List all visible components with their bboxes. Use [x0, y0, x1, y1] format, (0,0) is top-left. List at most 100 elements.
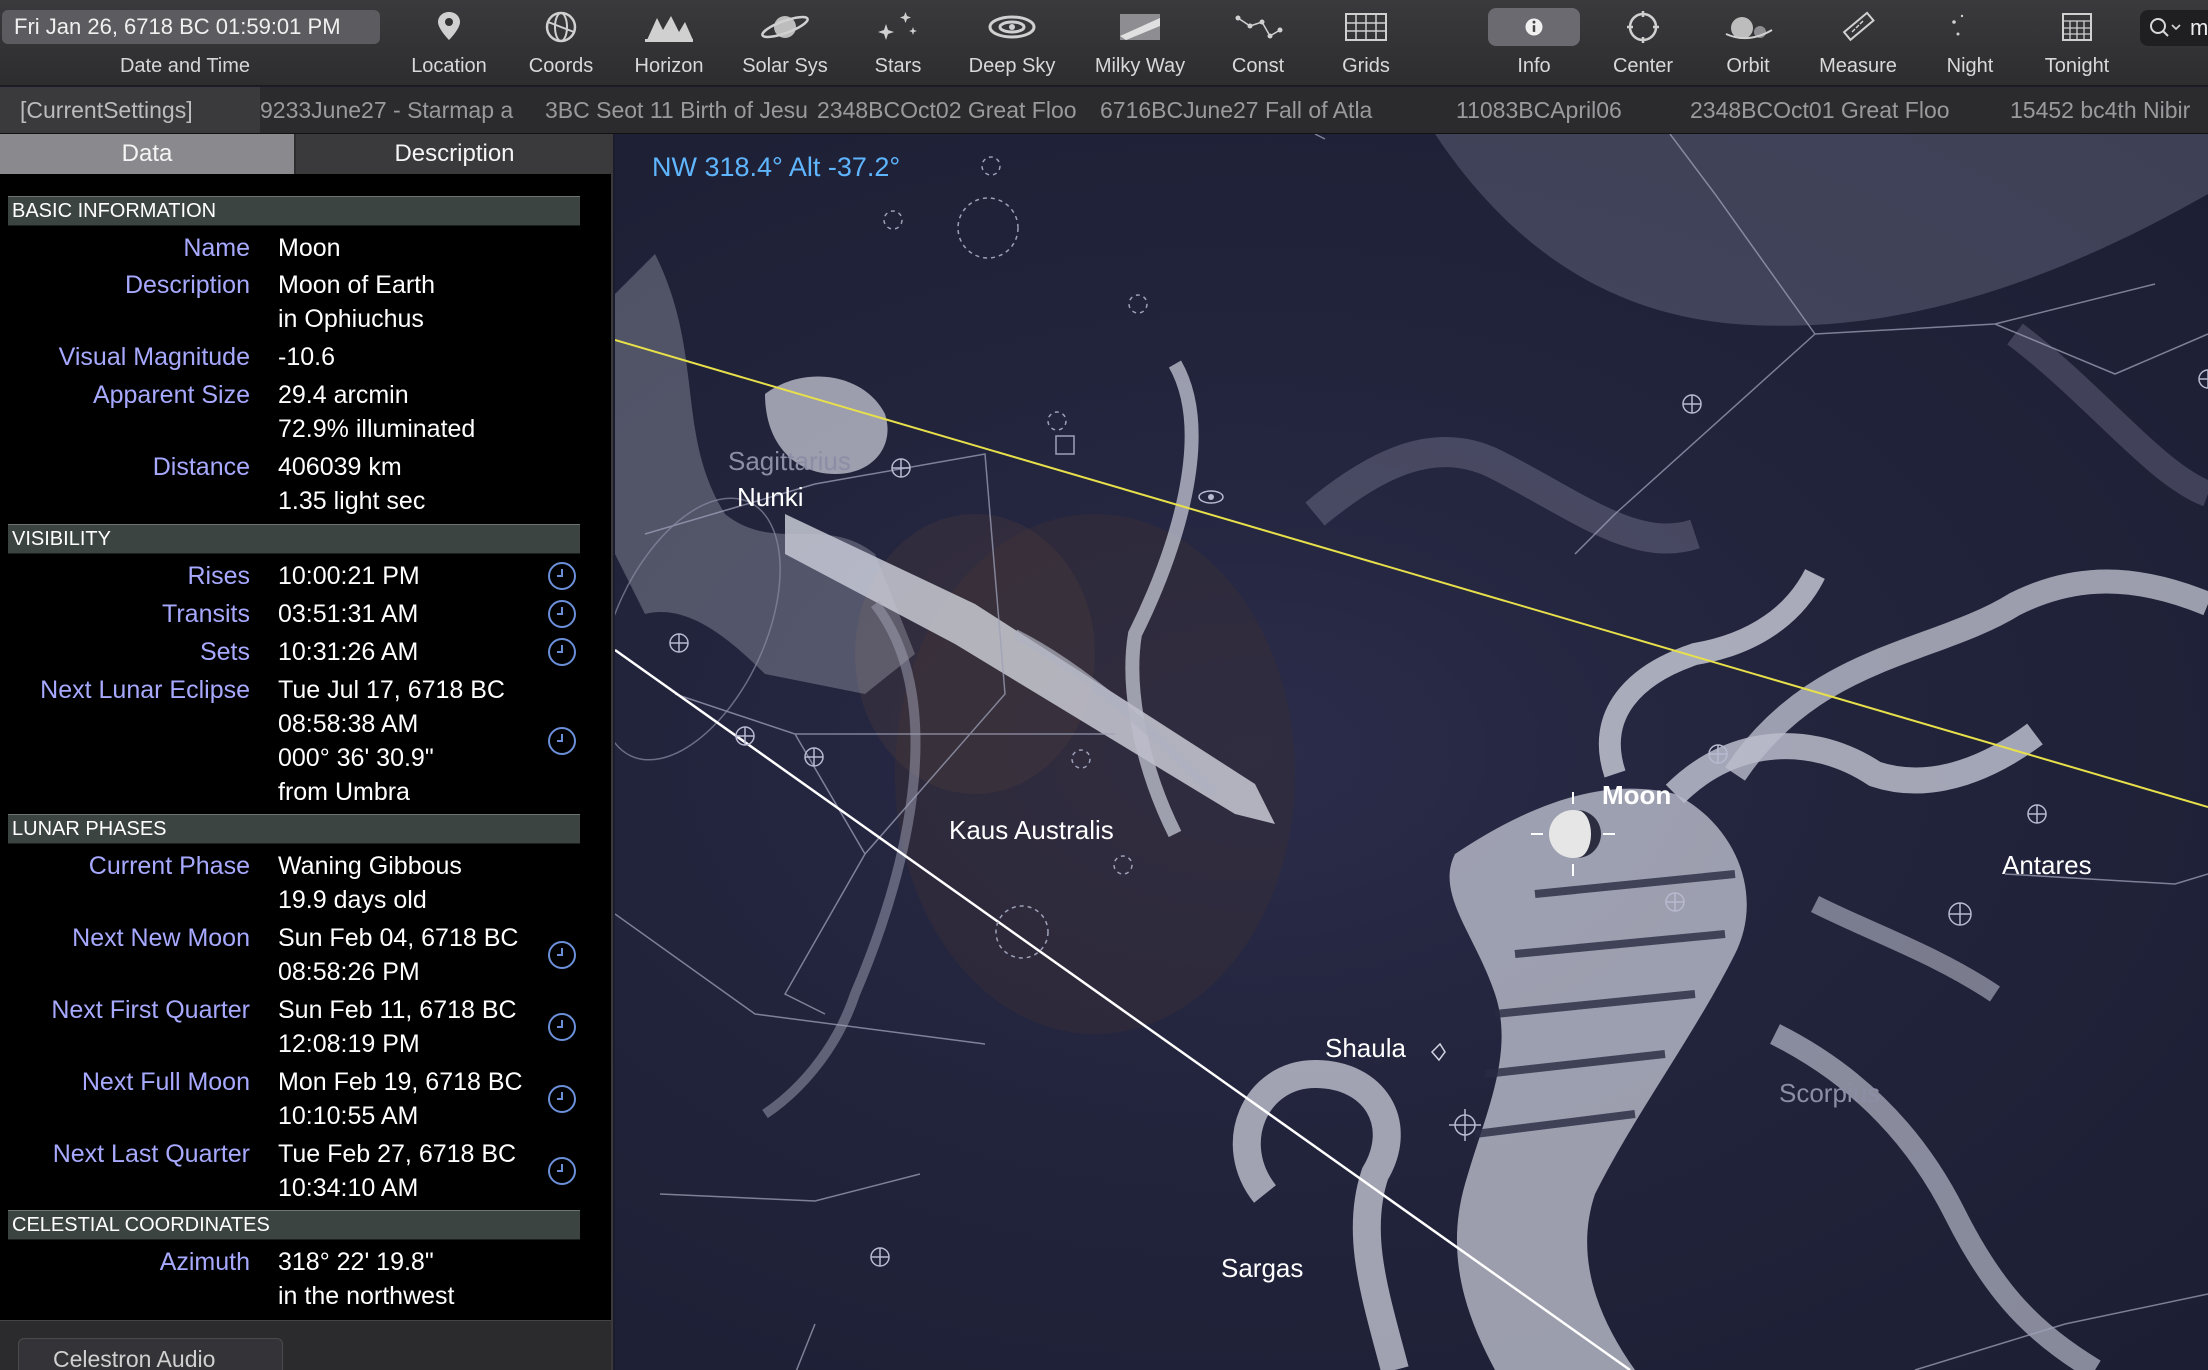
- magnitude-value: -10.6: [278, 343, 335, 371]
- stars-icon: [870, 8, 926, 46]
- nunki-label[interactable]: Nunki: [737, 482, 803, 513]
- horizon-button[interactable]: Horizon: [614, 0, 724, 86]
- name-value: Moon: [278, 234, 341, 262]
- azimuth-value: 318° 22' 19.8": [278, 1248, 434, 1276]
- panel-segment-control: Data Description: [0, 134, 611, 174]
- rises-value: 10:00:21 PM: [278, 562, 420, 590]
- apparent-size-label: Apparent Size: [92, 381, 250, 409]
- moon-age-value: 19.9 days old: [278, 886, 427, 914]
- next-full-moon-date: Mon Feb 19, 6718 BC: [278, 1068, 523, 1096]
- kaus-australis-label[interactable]: Kaus Australis: [949, 815, 1114, 846]
- section-lunar-phases: LUNAR PHASES: [8, 814, 580, 844]
- eclipse-date-value: Tue Jul 17, 6718 BC: [278, 676, 505, 704]
- eye-marker-icon: [1198, 490, 1224, 504]
- clock-icon[interactable]: [546, 1155, 578, 1187]
- illumination-value: 72.9% illuminated: [278, 415, 476, 443]
- apparent-size-value: 29.4 arcmin: [278, 381, 409, 409]
- distance-light-value: 1.35 light sec: [278, 487, 426, 515]
- horizon-icon: [641, 8, 697, 46]
- measure-label: Measure: [1819, 55, 1897, 77]
- tab-settings-file[interactable]: 2348BCOct01 Great Floo: [1690, 87, 1977, 133]
- sets-label: Sets: [199, 638, 250, 666]
- horizon-label: Horizon: [634, 55, 704, 77]
- stars-button[interactable]: Stars: [843, 0, 953, 86]
- tab-settings-file[interactable]: 9233June27 - Starmap a: [260, 87, 545, 133]
- search-field[interactable]: m: [2140, 10, 2208, 46]
- orbit-button[interactable]: Orbit: [1693, 0, 1803, 86]
- next-first-quarter-time: 12:08:19 PM: [278, 1030, 420, 1058]
- celestron-audio-tab[interactable]: Celestron Audio: [18, 1338, 283, 1370]
- tab-settings-file[interactable]: 15452 bc4th Nibir: [2010, 87, 2208, 133]
- next-full-moon-label: Next Full Moon: [81, 1068, 250, 1096]
- grids-button[interactable]: Grids: [1311, 0, 1421, 86]
- measure-button[interactable]: Measure: [1803, 0, 1913, 86]
- date-time-field[interactable]: Fri Jan 26, 6718 BC 01:59:01 PM: [2, 10, 380, 44]
- milky-way-button[interactable]: Milky Way: [1085, 0, 1195, 86]
- sagittarius-label[interactable]: Sagittarius: [728, 446, 851, 477]
- location-pin-icon: [421, 8, 477, 46]
- stars-label: Stars: [874, 55, 922, 77]
- scorpius-label[interactable]: Scorpius: [1779, 1078, 1880, 1109]
- eclipse-umbra-value: from Umbra: [278, 778, 410, 806]
- location-button[interactable]: Location: [394, 0, 504, 86]
- clock-icon[interactable]: [546, 1011, 578, 1043]
- const-button[interactable]: Const: [1203, 0, 1313, 86]
- tab-settings-file[interactable]: 3BC Seot 11 Birth of Jesu: [545, 87, 817, 133]
- distance-value: 406039 km: [278, 453, 402, 481]
- antares-label[interactable]: Antares: [2002, 850, 2092, 881]
- description-label: Description: [124, 271, 250, 299]
- info-button[interactable]: Info: [1479, 0, 1589, 86]
- orbit-icon: [1720, 8, 1776, 46]
- calendar-icon: [2049, 8, 2105, 46]
- transits-label: Transits: [162, 600, 250, 628]
- location-label: Location: [411, 55, 487, 77]
- clock-icon[interactable]: [546, 598, 578, 630]
- ruler-icon: [1830, 8, 1886, 46]
- deep-sky-button[interactable]: Deep Sky: [957, 0, 1067, 86]
- section-celestial-coordinates: CELESTIAL COORDINATES: [8, 1210, 580, 1240]
- center-icon: [1615, 8, 1671, 46]
- clock-icon[interactable]: [546, 636, 578, 668]
- transits-value: 03:51:31 AM: [278, 600, 419, 628]
- milky-way-label: Milky Way: [1094, 55, 1186, 77]
- settings-tab-bar: [CurrentSettings] 9233June27 - Starmap a…: [0, 87, 2208, 134]
- scorpius-artwork: [1232, 568, 2208, 1370]
- next-first-quarter-date: Sun Feb 11, 6718 BC: [278, 996, 517, 1024]
- moon-label[interactable]: Moon: [1602, 780, 1671, 811]
- constellation-lines: [615, 134, 2208, 1370]
- section-visibility: VISIBILITY: [8, 524, 580, 554]
- clock-icon[interactable]: [546, 725, 578, 757]
- info-panel: Data Description BASIC INFORMATION Name …: [0, 134, 613, 1370]
- shaula-label[interactable]: Shaula: [1325, 1033, 1406, 1064]
- description-value-line2: in Ophiuchus: [278, 305, 424, 333]
- tonight-button[interactable]: Tonight: [2022, 0, 2132, 86]
- stellarium-like-app: Fri Jan 26, 6718 BC 01:59:01 PM Date and…: [0, 0, 2208, 1370]
- next-new-moon-date: Sun Feb 04, 6718 BC: [278, 924, 519, 952]
- constellation-icon: [1230, 8, 1286, 46]
- search-icon: [2146, 14, 2186, 42]
- coords-button[interactable]: Coords: [506, 0, 616, 86]
- sky-view[interactable]: NW 318.4° Alt -37.2° Sagittarius Nunki K…: [615, 134, 2208, 1370]
- solar-sys-button[interactable]: Solar Sys: [730, 0, 840, 86]
- night-button[interactable]: Night: [1915, 0, 2025, 86]
- sargas-label[interactable]: Sargas: [1221, 1253, 1303, 1284]
- eclipse-magnitude-value: 000° 36' 30.9": [278, 744, 434, 772]
- night-label: Night: [1946, 55, 1994, 77]
- clock-icon[interactable]: [546, 939, 578, 971]
- ophiuchus-artwork: [1305, 134, 2208, 554]
- next-first-quarter-label: Next First Quarter: [51, 996, 250, 1024]
- clock-icon[interactable]: [546, 560, 578, 592]
- tab-data[interactable]: Data: [0, 134, 294, 174]
- eclipse-time-value: 08:58:38 AM: [278, 710, 419, 738]
- center-button[interactable]: Center: [1588, 0, 1698, 86]
- tab-settings-file[interactable]: 2348BCOct02 Great Floo: [817, 87, 1100, 133]
- coords-icon: [533, 8, 589, 46]
- coords-label: Coords: [528, 55, 594, 77]
- tab-current-settings[interactable]: [CurrentSettings]: [0, 87, 260, 133]
- next-new-moon-time: 08:58:26 PM: [278, 958, 420, 986]
- tab-settings-file[interactable]: 11083BCApril06: [1456, 87, 1706, 133]
- clock-icon[interactable]: [546, 1083, 578, 1115]
- sky-chart-drawing: [615, 134, 2208, 1370]
- tab-settings-file[interactable]: 6716BCJune27 Fall of Atla: [1100, 87, 1405, 133]
- tab-description[interactable]: Description: [296, 134, 611, 174]
